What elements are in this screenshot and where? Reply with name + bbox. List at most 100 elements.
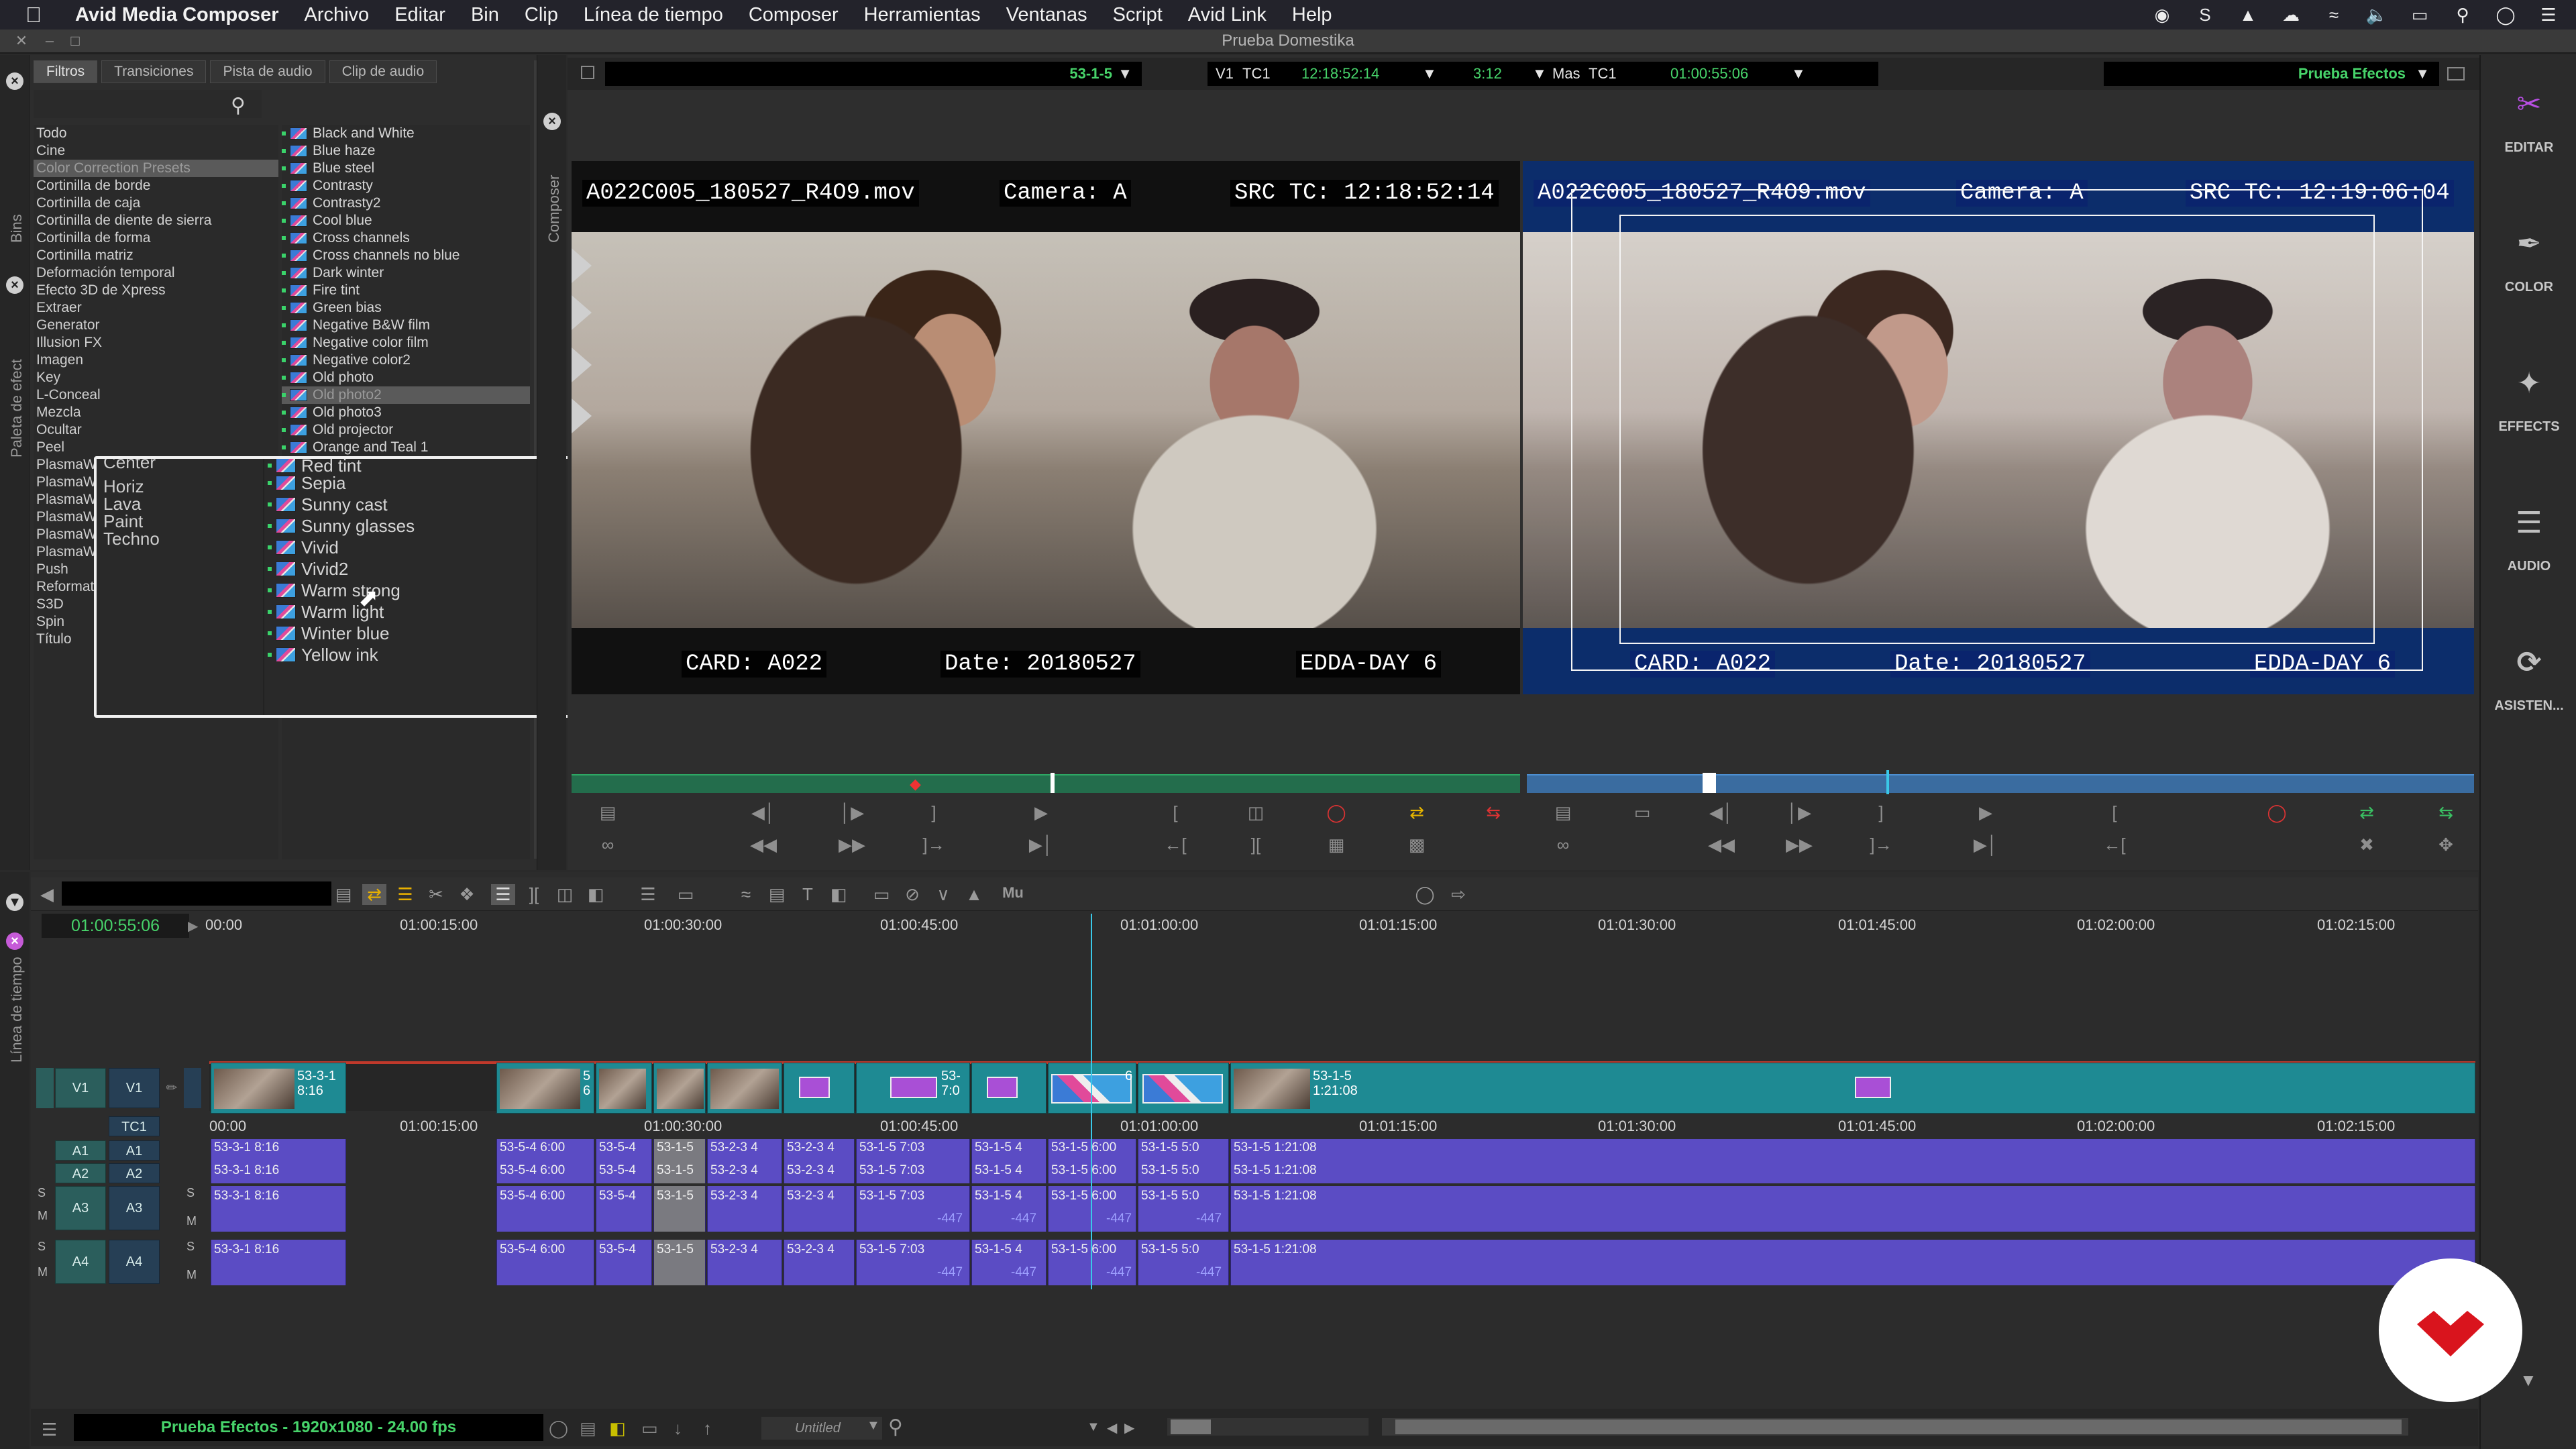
- spotlight-search-icon[interactable]: ⚲: [2451, 3, 2474, 26]
- sync-icon[interactable]: ☰: [636, 884, 660, 905]
- close-timeline-icon[interactable]: ×: [6, 932, 23, 950]
- menu-avid-link[interactable]: Avid Link: [1188, 4, 1267, 26]
- apple-menu-icon[interactable]: : [25, 3, 52, 28]
- timeline-ruler-top[interactable]: 00:00 01:00:15:00 01:00:30:00 01:00:45:0…: [201, 914, 2475, 935]
- cloud-status-icon[interactable]: ☁: [2279, 3, 2302, 26]
- audio-clip[interactable]: 53-5-4: [596, 1186, 652, 1232]
- record-position-indicator[interactable]: [1886, 770, 1889, 794]
- effect-item[interactable]: Green bias: [282, 299, 530, 317]
- effect-item[interactable]: Sunny cast: [268, 494, 549, 515]
- category-item[interactable]: Efecto 3D de Xpress: [34, 282, 278, 299]
- marker-icon[interactable]: [572, 347, 592, 382]
- close-window-icon[interactable]: ✕: [13, 34, 30, 50]
- tc-dropdown-1[interactable]: ▼: [1422, 62, 1437, 86]
- render-icon[interactable]: ▭: [641, 1418, 658, 1439]
- timeline-side-label[interactable]: Línea de tiempo: [8, 957, 25, 1063]
- top-icon[interactable]: ❖: [455, 884, 479, 905]
- video-clip[interactable]: [596, 1063, 652, 1114]
- extract-splice-icon[interactable]: ☰: [393, 884, 417, 905]
- composer-side-label[interactable]: Composer: [545, 175, 563, 243]
- a4-record-track[interactable]: A4: [109, 1240, 160, 1284]
- effect-item[interactable]: Contrasty2: [282, 195, 530, 212]
- close-palette-icon[interactable]: ×: [6, 276, 23, 294]
- tc-value-2[interactable]: 01:00:55:06: [1670, 62, 1748, 86]
- video-clip[interactable]: 53- 7:0: [856, 1063, 970, 1114]
- menu-bin[interactable]: Bin: [471, 4, 499, 26]
- scroll-left-icon[interactable]: ◀: [1107, 1419, 1117, 1436]
- tc-value-1[interactable]: 12:18:52:14: [1301, 62, 1379, 86]
- bins-side-label[interactable]: Bins: [8, 214, 25, 243]
- category-item[interactable]: Mezcla: [34, 404, 278, 421]
- timeline-search-icon[interactable]: ⚲: [888, 1415, 903, 1439]
- mark-clip-icon[interactable]: ◫: [1242, 802, 1269, 823]
- marker-icon[interactable]: [572, 295, 592, 330]
- category-item[interactable]: Lava: [101, 494, 262, 514]
- tab-pista-de-audio[interactable]: Pista de audio: [210, 60, 325, 83]
- effect-quality-icon[interactable]: ◧: [609, 1418, 626, 1439]
- effect-item[interactable]: Cool blue: [282, 212, 530, 229]
- video-clip[interactable]: [1138, 1063, 1229, 1114]
- toggle-record-icon[interactable]: ▤: [1550, 802, 1576, 823]
- timeline-position-timecode[interactable]: 01:00:55:06: [42, 914, 189, 938]
- category-item[interactable]: Deformación temporal: [34, 264, 278, 282]
- timeline-options-icon[interactable]: ⇨: [1446, 884, 1470, 905]
- category-item[interactable]: Key: [34, 369, 278, 386]
- effect-search-field[interactable]: [34, 90, 262, 118]
- trim-icon[interactable]: ][: [1242, 835, 1269, 855]
- effect-item[interactable]: Cross channels: [282, 229, 530, 247]
- category-item[interactable]: Cortinilla de caja: [34, 195, 278, 212]
- search-icon[interactable]: ⚲: [231, 94, 254, 117]
- audio-clip[interactable]: 53-1-5 53-1-5: [653, 1139, 706, 1183]
- menu-help[interactable]: Help: [1292, 4, 1332, 26]
- multicam-icon[interactable]: ▩: [1403, 835, 1430, 855]
- effect-mode-icon[interactable]: ✖: [2353, 835, 2380, 855]
- monitor-icon[interactable]: ▭: [674, 884, 698, 905]
- category-item[interactable]: Techno: [101, 529, 262, 549]
- audio-clip[interactable]: 53-5-4: [596, 1240, 652, 1285]
- tab-filtros[interactable]: Filtros: [34, 60, 98, 83]
- effect-icon[interactable]: [1855, 1077, 1891, 1098]
- record-viewer[interactable]: A022C005_180527_R4O9.mov Camera: A SRC T…: [1523, 161, 2474, 694]
- go-to-in-icon[interactable]: ←[: [2101, 835, 2128, 855]
- menu-clip[interactable]: Clip: [525, 4, 558, 26]
- a3-record-track[interactable]: A3: [109, 1186, 160, 1230]
- effect-icon[interactable]: [987, 1077, 1018, 1098]
- category-item[interactable]: Ocultar: [34, 421, 278, 439]
- workspace-expand-icon[interactable]: ▼: [2520, 1370, 2537, 1391]
- effect-item[interactable]: Winter blue: [268, 623, 549, 644]
- timeline-view-icon[interactable]: ▤: [331, 884, 356, 905]
- source-clip-dropdown-icon[interactable]: ▼: [1118, 62, 1132, 86]
- razor-icon[interactable]: ✂: [424, 884, 448, 905]
- record-position-bar[interactable]: [1527, 774, 2474, 793]
- title-tool-icon[interactable]: T: [796, 884, 820, 905]
- airplay-icon[interactable]: ▭: [2408, 3, 2431, 26]
- bin-dropdown-icon[interactable]: ▼: [867, 1418, 880, 1434]
- category-item[interactable]: Illusion FX: [34, 334, 278, 352]
- video-clip[interactable]: 53-3-1 8:16: [211, 1063, 346, 1114]
- link-icon[interactable]: ∞: [1550, 835, 1576, 855]
- effect-item[interactable]: Old projector: [282, 421, 530, 439]
- audio-clip[interactable]: 53-1-5 1:21:08 53-1-5 1:21:08: [1230, 1139, 2475, 1183]
- mark-out-icon[interactable]: ]: [920, 802, 947, 823]
- audio-clip[interactable]: 53-1-5 7:03 53-1-5 7:03: [856, 1139, 970, 1183]
- overwrite-icon[interactable]: ⇆: [1480, 802, 1507, 823]
- timeline-menu-icon[interactable]: ▼: [6, 894, 23, 911]
- effect-item[interactable]: Vivid: [268, 537, 549, 558]
- go-to-next-icon[interactable]: ▶▶: [839, 835, 865, 855]
- audio-clip[interactable]: 53-1-5: [653, 1240, 706, 1285]
- mark-in-icon[interactable]: [: [2101, 802, 2128, 823]
- slide-icon[interactable]: ◧: [584, 884, 608, 905]
- menu-app-name[interactable]: Avid Media Composer: [75, 4, 278, 26]
- timeline-zoom-thumb[interactable]: [1171, 1419, 1211, 1434]
- audio-clip[interactable]: 53-1-5: [653, 1186, 706, 1232]
- effect-item[interactable]: Blue steel: [282, 160, 530, 177]
- workspace-editar[interactable]: ✂ EDITAR: [2481, 87, 2576, 156]
- source-viewer[interactable]: A022C005_180527_R4O9.mov Camera: A SRC T…: [572, 161, 1520, 694]
- audio-clip[interactable]: 53-1-5 7:03 -447: [856, 1240, 970, 1285]
- audio-clip[interactable]: 53-2-3 4: [707, 1186, 782, 1232]
- link-clips-icon[interactable]: ▭: [869, 884, 894, 905]
- workspace-assistant[interactable]: ⟳ ASISTEN...: [2481, 645, 2576, 714]
- timeline-empty-area[interactable]: [34, 941, 2475, 1061]
- effect-item[interactable]: Old photo: [282, 369, 530, 386]
- download-icon[interactable]: ↓: [674, 1418, 682, 1439]
